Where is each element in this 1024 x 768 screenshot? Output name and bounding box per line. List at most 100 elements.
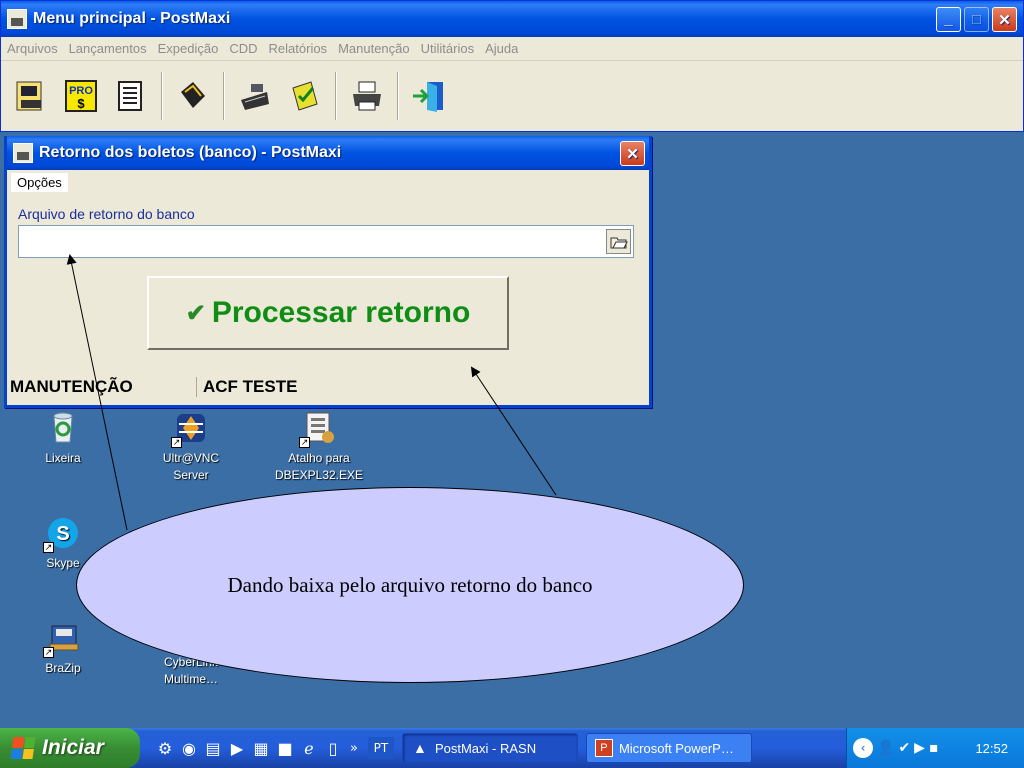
vnc-server-icon: ↗ bbox=[171, 410, 209, 448]
start-button[interactable]: Iniciar bbox=[0, 728, 140, 768]
task-powerpoint[interactable]: P Microsoft PowerP… bbox=[585, 733, 752, 763]
desktop-icon-dbexpl[interactable]: ↗ Atalho para DBEXPL32.EXE bbox=[274, 410, 364, 484]
desktop-icon-label: BraZip bbox=[45, 661, 81, 675]
chip-button[interactable] bbox=[171, 72, 215, 120]
task-label: Microsoft PowerP… bbox=[618, 740, 734, 756]
printer-icon bbox=[353, 81, 381, 111]
quicklaunch-app-icon[interactable]: ■ bbox=[276, 739, 294, 758]
printer-button[interactable] bbox=[345, 72, 389, 120]
menu-relatorios[interactable]: Relatórios bbox=[269, 41, 328, 56]
dialog-body: Arquivo de retorno do banco ✔ Processar … bbox=[7, 194, 649, 405]
status-panel-left: MANUTENÇÃO bbox=[7, 377, 197, 397]
dialog-titlebar[interactable]: Retorno dos boletos (banco) - PostMaxi ✕ bbox=[7, 136, 649, 170]
quicklaunch-browser-icon[interactable]: ℯ bbox=[300, 739, 318, 758]
main-titlebar[interactable]: Menu principal - PostMaxi _ □ ✕ bbox=[1, 1, 1023, 37]
browse-file-button[interactable] bbox=[606, 229, 631, 254]
shortcut-arrow-icon: ↗ bbox=[299, 437, 310, 448]
app-icon bbox=[7, 9, 27, 29]
skype-icon: S ↗ bbox=[43, 515, 81, 553]
process-return-button[interactable]: ✔ Processar retorno bbox=[147, 276, 509, 350]
open-folder-icon bbox=[610, 237, 628, 248]
postmaxi-task-icon: ▲ bbox=[413, 740, 427, 756]
dialog-status-bar: MANUTENÇÃO ACF TESTE bbox=[7, 371, 649, 403]
maximize-button[interactable]: □ bbox=[964, 7, 989, 32]
checkmark-icon: ✔ bbox=[185, 299, 206, 327]
windows-flag-icon bbox=[10, 737, 36, 759]
desktop-icon-label: Atalho para DBEXPL32.EXE bbox=[274, 451, 364, 482]
main-toolbar: PRO $ bbox=[1, 61, 1023, 131]
annotation-callout: Dando baixa pelo arquivo retorno do banc… bbox=[76, 487, 744, 683]
desktop-icon-brazip[interactable]: ↗ BraZip bbox=[18, 620, 108, 677]
chip-icon bbox=[181, 82, 205, 108]
close-icon: ✕ bbox=[626, 145, 639, 163]
exit-button[interactable] bbox=[407, 72, 451, 120]
process-button-label: Processar retorno bbox=[211, 296, 471, 329]
minimize-icon: _ bbox=[944, 11, 953, 28]
desktop-icon-vnc-server[interactable]: ↗ Ultr@VNC Server bbox=[146, 410, 236, 484]
return-file-input[interactable] bbox=[18, 225, 634, 258]
printer-list-button[interactable] bbox=[109, 72, 153, 120]
status-panel-right: ACF TESTE bbox=[203, 377, 298, 396]
clock: 12:52 bbox=[975, 740, 1008, 756]
menu-manutencao[interactable]: Manutenção bbox=[338, 41, 410, 56]
main-menubar: Arquivos Lançamentos Expedição CDD Relat… bbox=[1, 37, 1023, 61]
quicklaunch-folder-icon[interactable]: ▤ bbox=[204, 739, 222, 758]
desktop-icon-label: Skype bbox=[46, 556, 80, 570]
document-viewer-icon bbox=[16, 81, 42, 111]
language-indicator[interactable]: PT bbox=[367, 737, 394, 759]
cash-register-icon bbox=[241, 84, 269, 110]
task-postmaxi[interactable]: ▲ PostMaxi - RASN bbox=[401, 733, 578, 763]
quicklaunch-file-icon[interactable]: ▯ bbox=[324, 739, 342, 758]
dialog-title: Retorno dos boletos (banco) - PostMaxi bbox=[39, 144, 342, 161]
app-icon bbox=[13, 143, 33, 163]
close-button[interactable]: ✕ bbox=[992, 7, 1017, 32]
taskbar: Iniciar ⚙ ◉ ▤ ▶ ▦ ■ ℯ ▯ » PT ▲ PostMaxi … bbox=[0, 728, 1024, 768]
powerpoint-task-icon: P bbox=[594, 739, 613, 757]
printer-list-icon bbox=[118, 81, 142, 111]
menu-utilitarios[interactable]: Utilitários bbox=[421, 41, 474, 56]
close-icon: ✕ bbox=[998, 11, 1011, 29]
menu-expedicao[interactable]: Expedição bbox=[158, 41, 219, 56]
maximize-icon: □ bbox=[971, 11, 982, 28]
minimize-button[interactable]: _ bbox=[936, 7, 961, 32]
dialog-menubar: Opções bbox=[7, 170, 649, 194]
quicklaunch-document-icon[interactable]: ▦ bbox=[252, 739, 270, 758]
dbexpl-shortcut-icon: ↗ bbox=[299, 410, 337, 448]
tray-media-icon[interactable]: ▶ bbox=[914, 740, 925, 756]
menu-arquivos[interactable]: Arquivos bbox=[7, 41, 58, 56]
toolbar-separator bbox=[335, 72, 337, 120]
quicklaunch-media-icon[interactable]: ◉ bbox=[180, 739, 198, 758]
notebook-check-button[interactable] bbox=[283, 72, 327, 120]
svg-text:S: S bbox=[56, 523, 69, 545]
menu-opcoes[interactable]: Opções bbox=[11, 172, 68, 192]
tray-windows-icon[interactable]: ▪ bbox=[929, 740, 939, 756]
quicklaunch-gear-icon[interactable]: ⚙ bbox=[156, 739, 174, 758]
main-window: Menu principal - PostMaxi _ □ ✕ Arquivos… bbox=[0, 0, 1024, 132]
document-viewer-button[interactable] bbox=[9, 72, 53, 120]
recycle-bin-icon bbox=[45, 410, 81, 446]
toolbar-separator bbox=[161, 72, 163, 120]
dialog-close-button[interactable]: ✕ bbox=[620, 141, 645, 166]
tray-user-icon[interactable]: 👤 bbox=[877, 740, 894, 756]
svg-text:$: $ bbox=[77, 96, 85, 111]
exit-door-icon bbox=[413, 82, 443, 112]
desktop-icon-recycle-bin[interactable]: Lixeira bbox=[18, 410, 108, 467]
quicklaunch-player-icon[interactable]: ▶ bbox=[228, 739, 246, 758]
pro-price-button[interactable]: PRO $ bbox=[59, 72, 103, 120]
main-window-title: Menu principal - PostMaxi bbox=[33, 10, 231, 27]
menu-ajuda[interactable]: Ajuda bbox=[485, 41, 518, 56]
menu-lancamentos[interactable]: Lançamentos bbox=[69, 41, 147, 56]
menu-cdd[interactable]: CDD bbox=[229, 41, 257, 56]
callout-text: Dando baixa pelo arquivo retorno do banc… bbox=[227, 572, 593, 597]
tray-collapse-icon[interactable]: ‹ bbox=[853, 738, 873, 758]
quick-launch: ⚙ ◉ ▤ ▶ ▦ ■ ℯ ▯ bbox=[156, 739, 342, 758]
cash-register-button[interactable] bbox=[233, 72, 277, 120]
tray-shield-icon[interactable]: ✔ bbox=[898, 740, 910, 756]
quicklaunch-expand-icon[interactable]: » bbox=[350, 741, 358, 756]
brazip-icon: ↗ bbox=[43, 620, 81, 658]
retorno-dialog: Retorno dos boletos (banco) - PostMaxi ✕… bbox=[4, 136, 652, 408]
system-tray: ‹ 👤 ✔ ▶ ▪ 12:52 bbox=[846, 728, 1024, 768]
pro-price-icon: PRO$ bbox=[65, 80, 97, 112]
task-label: PostMaxi - RASN bbox=[434, 740, 537, 756]
notebook-check-icon bbox=[292, 81, 318, 111]
